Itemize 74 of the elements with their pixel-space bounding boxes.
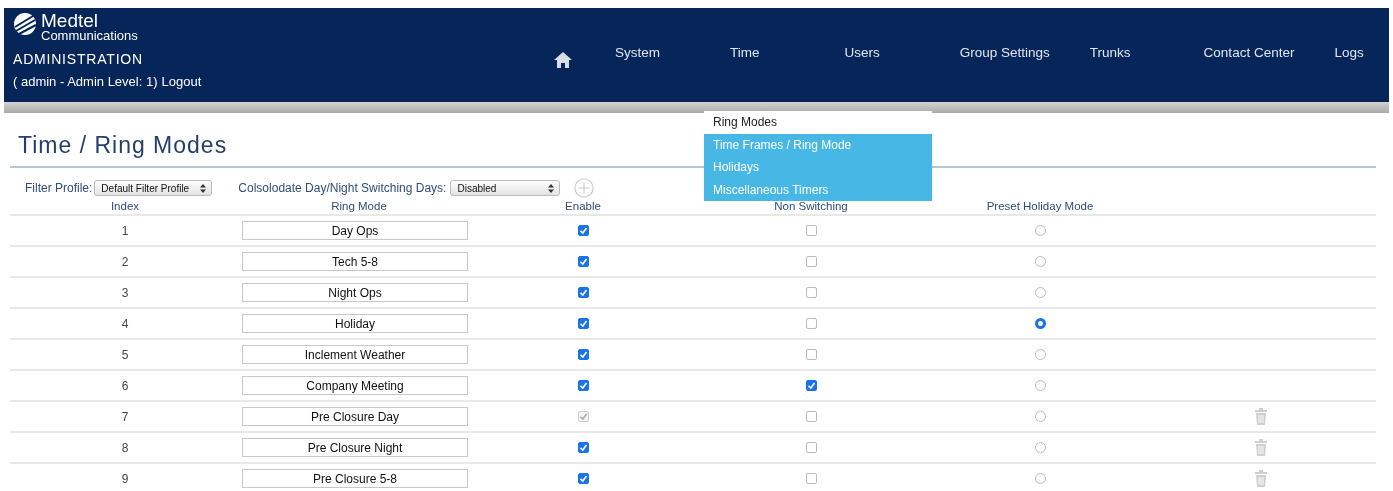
- nav-item[interactable]: Group Settings: [959, 45, 1050, 61]
- updown-icon: [548, 183, 555, 193]
- consolidate-select[interactable]: Disabled: [450, 180, 561, 196]
- preset-radio[interactable]: [1034, 287, 1046, 298]
- preset-radio[interactable]: [1034, 225, 1046, 236]
- index-cell: 4: [121, 316, 129, 331]
- ring-mode-field[interactable]: Company Meeting: [242, 376, 468, 395]
- home-icon[interactable]: [553, 51, 573, 69]
- column-header: Enable: [565, 199, 601, 212]
- ring-mode-field[interactable]: Pre Closure Night: [242, 438, 468, 457]
- preset-radio[interactable]: [1034, 380, 1046, 391]
- preset-radio[interactable]: [1034, 411, 1046, 422]
- preset-radio[interactable]: [1034, 256, 1046, 267]
- ring-mode-field[interactable]: Night Ops: [242, 283, 468, 302]
- trash-icon[interactable]: [1255, 470, 1267, 487]
- non-switching-checkbox[interactable]: [805, 287, 817, 298]
- page-title: Time / Ring Modes: [18, 132, 228, 158]
- non-switching-checkbox[interactable]: [805, 349, 817, 360]
- nav-item[interactable]: System: [615, 45, 660, 61]
- nav-item[interactable]: Contact Center: [1203, 45, 1295, 61]
- updown-icon: [200, 183, 207, 193]
- nav-item[interactable]: Time: [730, 45, 760, 61]
- non-switching-checkbox[interactable]: [805, 442, 817, 453]
- index-cell: 3: [121, 285, 129, 300]
- preset-radio[interactable]: [1034, 349, 1046, 360]
- index-cell: 9: [121, 471, 129, 486]
- globe-logo-icon: [13, 12, 37, 36]
- trash-icon[interactable]: [1255, 408, 1267, 425]
- non-switching-checkbox[interactable]: [805, 411, 817, 422]
- add-icon[interactable]: [574, 178, 595, 198]
- enable-checkbox[interactable]: [577, 442, 589, 453]
- enable-checkbox[interactable]: [577, 473, 589, 484]
- enable-checkbox[interactable]: [577, 380, 589, 391]
- enable-checkbox[interactable]: [577, 256, 589, 267]
- non-switching-checkbox[interactable]: [805, 256, 817, 267]
- enable-checkbox[interactable]: [577, 318, 589, 329]
- nav-item[interactable]: Logs: [1334, 45, 1364, 61]
- column-header: Index: [110, 199, 140, 212]
- user-info: ( admin - Admin Level: 1): [13, 74, 158, 89]
- preset-radio[interactable]: [1034, 318, 1046, 329]
- non-switching-checkbox[interactable]: [805, 318, 817, 329]
- nav-item[interactable]: Trunks: [1089, 45, 1131, 61]
- filter-profile-label: Filter Profile:: [25, 181, 93, 195]
- non-switching-checkbox[interactable]: [805, 473, 817, 484]
- ring-mode-field[interactable]: Inclement Weather: [242, 345, 468, 364]
- non-switching-checkbox[interactable]: [805, 225, 817, 236]
- non-switching-checkbox[interactable]: [805, 380, 817, 391]
- enable-checkbox[interactable]: [577, 225, 589, 236]
- index-cell: 1: [121, 223, 129, 238]
- preset-radio[interactable]: [1034, 442, 1046, 453]
- index-cell: 7: [121, 409, 129, 424]
- filter-profile-select[interactable]: Default Filter Profile: [94, 180, 213, 196]
- logo-subtitle: Communications: [41, 29, 138, 42]
- nav-item[interactable]: Users: [844, 45, 880, 61]
- column-header: Non Switching: [774, 199, 848, 212]
- consolidate-label: Colsolodate Day/Night Switching Days:: [238, 181, 447, 195]
- index-cell: 2: [121, 254, 129, 269]
- ring-mode-field[interactable]: Pre Closure Day: [242, 407, 468, 426]
- logout-link[interactable]: Logout: [161, 74, 202, 89]
- enable-checkbox[interactable]: [577, 287, 589, 298]
- index-cell: 6: [121, 378, 129, 393]
- index-cell: 8: [121, 440, 129, 455]
- preset-radio[interactable]: [1034, 473, 1046, 484]
- column-header: Preset Holiday Mode: [986, 199, 1094, 212]
- ring-mode-field[interactable]: Day Ops: [242, 221, 468, 240]
- ring-mode-field[interactable]: Holiday: [242, 314, 468, 333]
- logo-name: Medtel: [41, 12, 100, 29]
- index-cell: 5: [121, 347, 129, 362]
- trash-icon[interactable]: [1255, 439, 1267, 456]
- ring-mode-field[interactable]: Pre Closure 5-8: [242, 469, 468, 488]
- enable-checkbox[interactable]: [577, 349, 589, 360]
- column-header: Ring Mode: [331, 199, 387, 212]
- admin-title: ADMINISTRATION: [13, 51, 143, 67]
- ring-mode-field[interactable]: Tech 5-8: [242, 252, 468, 271]
